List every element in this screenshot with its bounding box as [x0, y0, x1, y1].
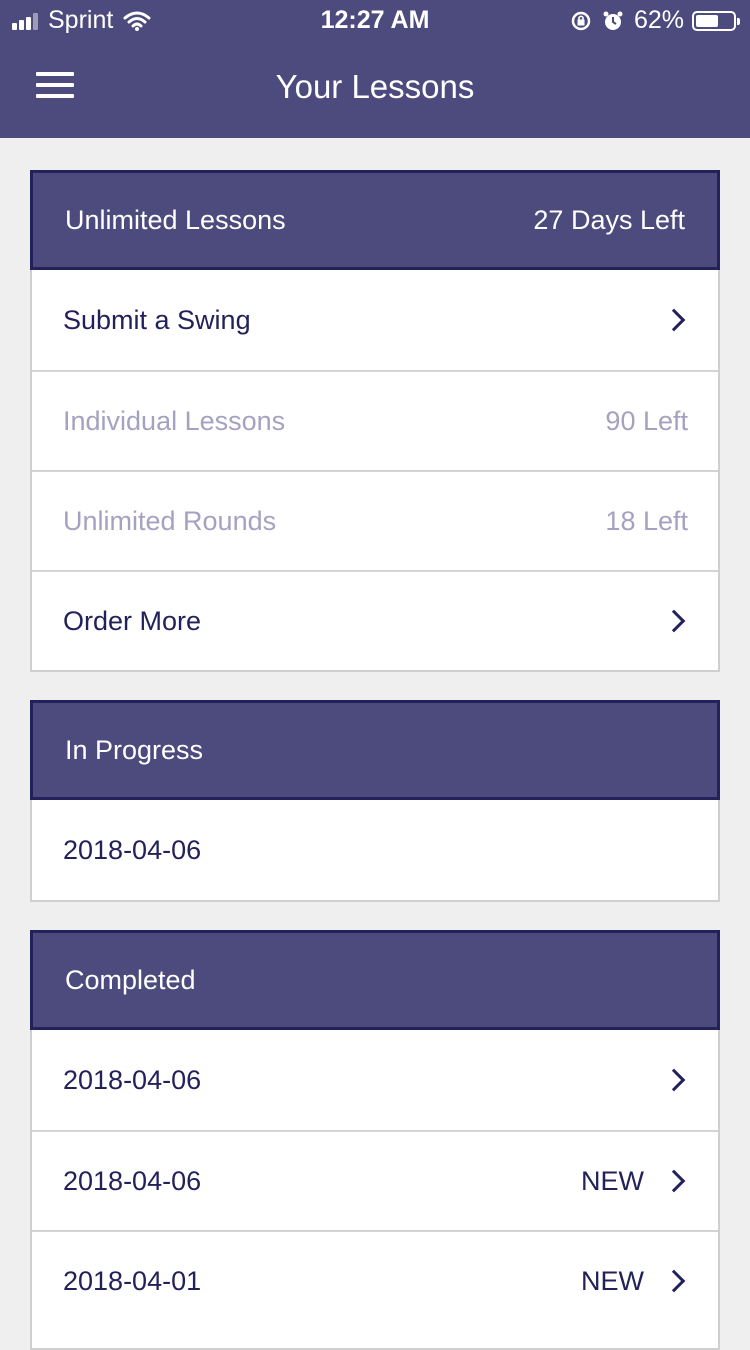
subscription-title: Unlimited Lessons	[65, 204, 286, 235]
days-left: 27 Days Left	[533, 204, 685, 235]
completed-card: Completed 2018-04-06 2018-04-06 NEW 2018…	[30, 930, 720, 1350]
chevron-right-icon	[662, 308, 686, 332]
subscription-card: Unlimited Lessons 27 Days Left Submit a …	[30, 170, 720, 672]
battery-percent: 62%	[633, 6, 684, 34]
unlimited-rounds-row: Unlimited Rounds 18 Left	[32, 470, 718, 570]
new-badge: NEW	[581, 1265, 644, 1296]
individual-lessons-label: Individual Lessons	[63, 405, 286, 436]
lesson-date: 2018-04-06	[63, 834, 202, 865]
nav-bar: Sprint 12:27 AM 62% Your Lessons	[0, 0, 750, 138]
order-more-label: Order More	[63, 605, 202, 636]
rotation-lock-icon	[571, 11, 591, 30]
lesson-date: 2018-04-06	[63, 1064, 202, 1095]
chevron-right-icon	[662, 1068, 686, 1092]
individual-lessons-value: 90 Left	[605, 405, 688, 436]
completed-item[interactable]: 2018-04-06	[32, 1030, 718, 1130]
lesson-date: 2018-04-01	[63, 1265, 202, 1296]
battery-icon	[692, 10, 740, 31]
completed-header: Completed	[30, 930, 720, 1030]
order-more-row[interactable]: Order More	[32, 570, 718, 670]
chevron-right-icon	[662, 1269, 686, 1293]
completed-item[interactable]: 2018-04-06 NEW	[32, 1130, 718, 1230]
page-title: Your Lessons	[275, 68, 475, 105]
submit-swing-row[interactable]: Submit a Swing	[32, 270, 718, 370]
lesson-date: 2018-04-06	[63, 1165, 202, 1196]
alarm-icon	[603, 11, 623, 30]
status-bar: Sprint 12:27 AM 62%	[0, 0, 750, 40]
status-right: 62%	[570, 6, 740, 35]
unlimited-rounds-value: 18 Left	[605, 505, 688, 536]
subscription-header: Unlimited Lessons 27 Days Left	[30, 170, 720, 270]
submit-swing-label: Submit a Swing	[63, 304, 251, 335]
in-progress-title: In Progress	[65, 734, 204, 765]
completed-item[interactable]: 2018-04-01 NEW	[32, 1230, 718, 1330]
chevron-right-icon	[662, 609, 686, 633]
in-progress-card: In Progress 2018-04-06	[30, 700, 720, 902]
completed-title: Completed	[65, 964, 196, 995]
new-badge: NEW	[581, 1165, 644, 1196]
individual-lessons-row: Individual Lessons 90 Left	[32, 370, 718, 470]
battery-nub	[737, 17, 740, 25]
battery-fill	[696, 14, 718, 27]
chevron-right-icon	[662, 1169, 686, 1193]
in-progress-header: In Progress	[30, 700, 720, 800]
in-progress-item[interactable]: 2018-04-06	[32, 800, 718, 900]
unlimited-rounds-label: Unlimited Rounds	[63, 505, 277, 536]
